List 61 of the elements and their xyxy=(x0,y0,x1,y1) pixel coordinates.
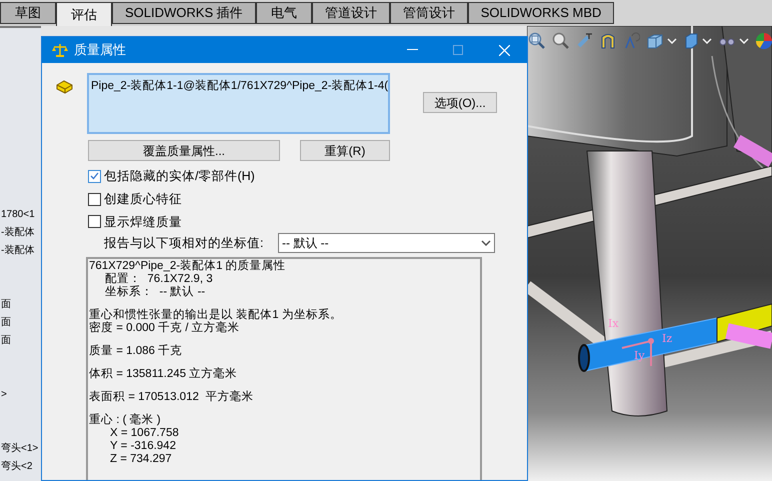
ribbon-tab[interactable]: 草图 xyxy=(0,2,56,24)
maximize-icon xyxy=(453,45,463,55)
view-cube-icon[interactable] xyxy=(646,32,664,50)
result-line: 坐标系： -- 默认 -- xyxy=(104,286,206,300)
recalculate-button[interactable]: 重算(R) xyxy=(300,140,390,161)
ribbon-tab[interactable]: 电气 xyxy=(256,2,312,24)
caret-icon xyxy=(702,38,712,44)
coordinate-dropdown[interactable]: -- 默认 -- xyxy=(278,233,495,254)
checkbox-label: 创建质心特征 xyxy=(104,190,182,208)
ribbon-tab[interactable]: SOLIDWORKS MBD xyxy=(468,2,614,24)
tree-item[interactable]: 1780<1 xyxy=(1,206,35,224)
axis-label: Iy xyxy=(634,350,645,361)
appearance-sphere-icon[interactable] xyxy=(755,32,772,50)
zoom-area-icon[interactable] xyxy=(552,32,570,50)
dialog-title: 质量属性 xyxy=(74,41,126,60)
tree-item[interactable]: 面 xyxy=(1,296,11,314)
tree-item[interactable]: > xyxy=(1,386,7,404)
checkbox-label: 包括隐藏的实体/零部件(H) xyxy=(104,168,255,185)
axis-label: Iz xyxy=(662,333,672,344)
caret-icon xyxy=(739,38,749,44)
tree-item[interactable]: -装配体 xyxy=(1,224,34,242)
tree-item[interactable]: -装配体 xyxy=(1,242,34,260)
result-line: 质量 = 1.086 千克 xyxy=(89,345,184,358)
checkbox[interactable] xyxy=(88,215,101,228)
ribbon-tab[interactable]: 评估 xyxy=(56,2,112,26)
tree-item[interactable]: 弯头<2 xyxy=(1,458,32,476)
checkbox[interactable] xyxy=(88,170,101,183)
override-mass-button[interactable]: 覆盖质量属性... xyxy=(88,140,280,161)
display-style-icon[interactable] xyxy=(683,32,699,50)
result-line: 配置： 76.1X72.9, 3 xyxy=(104,273,214,286)
result-line: 表面积 = 170513.012 平方毫米 xyxy=(89,391,254,404)
selected-component[interactable]: Pipe_2-装配体1-1@装配体1/761X729^Pipe_2-装配体1-4( xyxy=(91,80,388,92)
caret-icon xyxy=(667,38,677,44)
selection-list[interactable]: Pipe_2-装配体1-1@装配体1/761X729^Pipe_2-装配体1-4( xyxy=(87,73,390,134)
axis-label: Ix xyxy=(608,318,619,329)
tree-item[interactable]: 弯头<1> xyxy=(1,440,38,458)
tree-item[interactable]: 面 xyxy=(1,332,11,350)
options-button[interactable]: 选项(O)... xyxy=(423,92,497,113)
checkbox[interactable] xyxy=(88,192,101,206)
caret-icon xyxy=(481,240,491,246)
checkbox-label: 显示焊缝质量 xyxy=(104,214,182,230)
section-view-icon[interactable] xyxy=(600,32,616,50)
coordinate-label: 报告与以下项相对的坐标值: xyxy=(104,234,264,252)
minimize-icon xyxy=(406,49,418,51)
ribbon-tab[interactable]: 管道设计 xyxy=(312,2,390,24)
checkmark-icon xyxy=(90,172,99,180)
part-icon xyxy=(56,79,74,95)
ribbon-tab[interactable]: SOLIDWORKS 插件 xyxy=(112,2,256,24)
result-line: 761X729^Pipe_2-装配体1 的质量属性 xyxy=(89,260,287,272)
scale-icon xyxy=(52,43,68,57)
result-line: 重心 : ( 毫米 ) xyxy=(89,414,162,428)
result-line: 体积 = 135811.245 立方毫米 xyxy=(89,368,238,382)
result-line: X = 1067.758 xyxy=(109,427,180,440)
zoom-fit-icon[interactable] xyxy=(528,32,546,50)
result-line: 密度 = 0.000 千克 / 立方毫米 xyxy=(89,322,241,336)
result-line: Z = 734.297 xyxy=(109,453,173,466)
ribbon-tab[interactable]: 管筒设计 xyxy=(390,2,468,24)
result-line: Y = -316.942 xyxy=(109,440,177,454)
close-icon xyxy=(498,44,510,56)
result-line: 重心和惯性张量的输出是以 装配体1 为坐标系。 xyxy=(89,309,343,322)
tree-item[interactable]: 面 xyxy=(1,314,11,332)
